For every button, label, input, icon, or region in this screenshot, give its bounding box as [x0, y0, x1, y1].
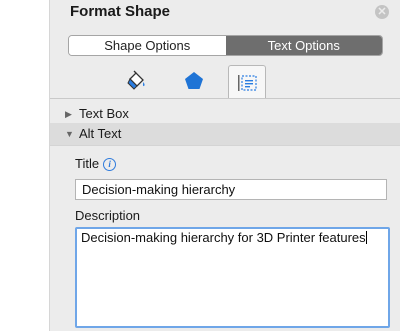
tab-divider [50, 98, 400, 99]
text-box-section-label: Text Box [79, 106, 129, 121]
fill-bucket-icon[interactable] [118, 66, 154, 96]
description-field-label: Description [75, 208, 141, 223]
text-options-tab[interactable]: Text Options [225, 36, 382, 55]
shape-options-tab[interactable]: Shape Options [69, 36, 226, 55]
format-shape-window: Format Shape ✕ Shape Options Text Option… [0, 0, 400, 331]
info-icon[interactable]: i [103, 158, 117, 171]
disclosure-right-icon: ▶ [65, 109, 72, 119]
section-divider [50, 145, 400, 146]
text-caret [365, 231, 367, 244]
title-label-text: Title [75, 156, 100, 171]
document-area [0, 0, 50, 331]
text-box-layout-icon[interactable] [228, 65, 266, 99]
options-segmented-control: Shape Options Text Options [68, 35, 383, 56]
description-text: Decision-making hierarchy for 3D Printer… [81, 230, 366, 245]
pentagon-effects-icon[interactable] [176, 66, 212, 96]
close-icon[interactable]: ✕ [375, 5, 389, 19]
title-field-label: Title i [75, 156, 117, 171]
alt-text-section-header[interactable]: ▼ Alt Text [50, 123, 400, 145]
pane-title: Format Shape [70, 3, 171, 20]
description-textarea[interactable]: Decision-making hierarchy for 3D Printer… [75, 227, 390, 328]
title-input[interactable]: Decision-making hierarchy [75, 179, 387, 200]
format-shape-pane: Format Shape ✕ Shape Options Text Option… [50, 0, 400, 331]
text-box-section-header[interactable]: ▶ Text Box [50, 103, 400, 125]
icon-tab-bar [50, 62, 400, 99]
alt-text-section-label: Alt Text [79, 126, 122, 141]
disclosure-down-icon: ▼ [65, 129, 74, 139]
